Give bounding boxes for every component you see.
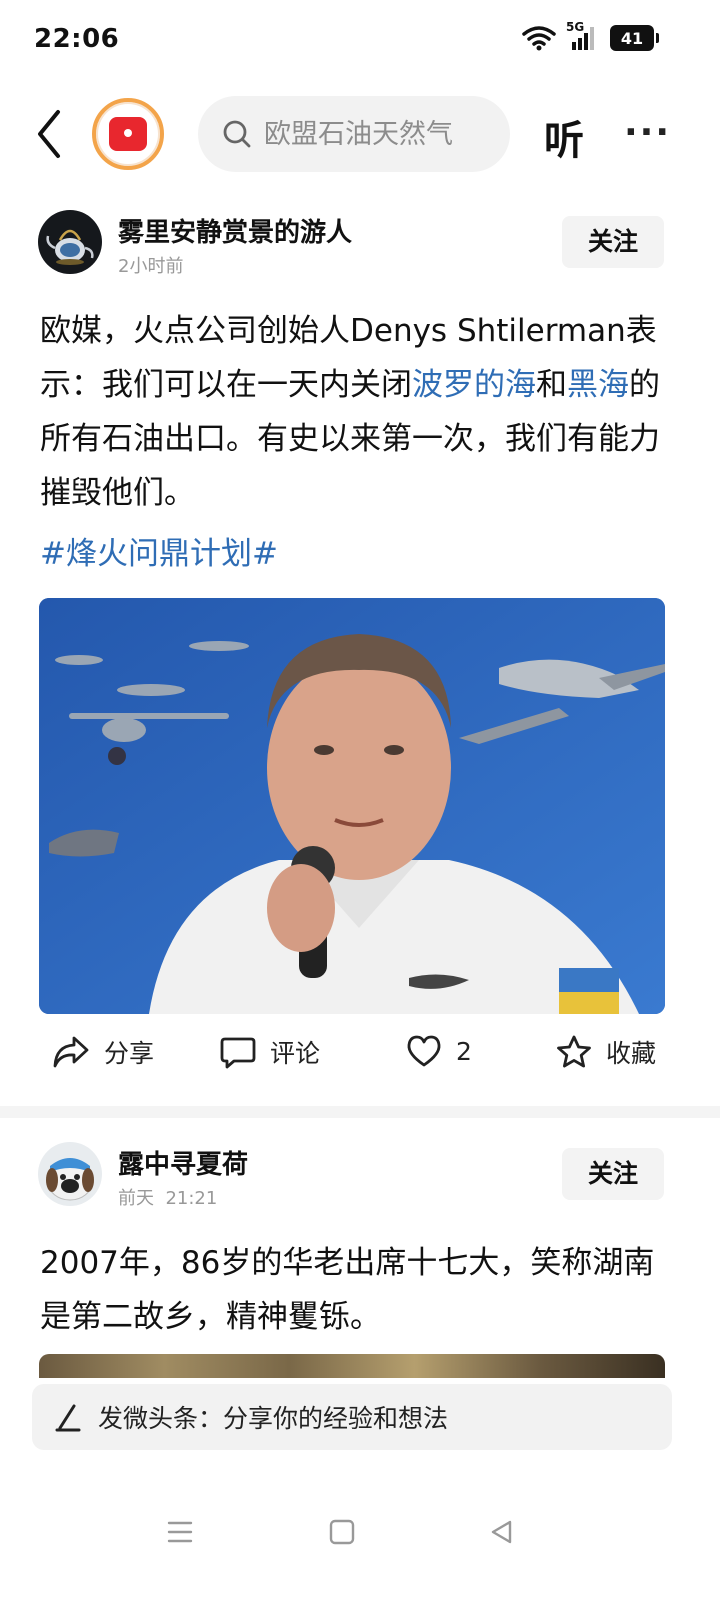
comment-button[interactable]: 评论 [220,1034,320,1070]
battery-level: 41 [620,28,644,48]
post-actions: 分享 评论 2 收藏 [0,1022,720,1092]
compose-label: 发微头条：分享你的经验和想法 [98,1404,449,1433]
listen-button[interactable]: 听 [544,108,584,166]
status-time: 22:06 [34,24,120,54]
post-time: 前天 21:21 [118,1188,218,1209]
favorite-button[interactable]: 收藏 [556,1034,656,1070]
follow-button[interactable]: 关注 [562,1148,664,1200]
wifi-icon [522,26,556,51]
author-avatar[interactable] [38,1142,102,1206]
author-name[interactable]: 露中寻夏荷 [118,1144,248,1181]
share-button[interactable]: 分享 [52,1034,154,1070]
like-count: 2 [456,1036,472,1066]
content-text: 和 [536,367,567,403]
status-bar: 22:06 5G 41 [0,0,720,82]
signal-group: 5G [566,20,600,52]
home-square-icon [329,1519,355,1545]
post-image[interactable] [39,598,665,1014]
menu-nav-button[interactable] [160,1512,200,1552]
comment-label: 评论 [270,1039,321,1068]
battery-icon: 41 [610,25,659,51]
back-button[interactable] [28,106,72,162]
post-image-preview[interactable] [39,1354,665,1378]
compose-bar[interactable]: 发微头条：分享你的经验和想法 [32,1384,672,1450]
comment-icon [220,1037,256,1069]
favorite-label: 收藏 [606,1039,657,1068]
follow-button[interactable]: 关注 [562,216,664,268]
system-nav-bar [0,1490,720,1604]
post-time: 2小时前 [118,256,184,277]
feed-post: 露中寻夏荷 前天 21:21 关注 2007年，86岁的华老出席十七大，笑称湖南… [0,1118,720,1378]
share-icon [53,1036,89,1068]
star-icon [557,1035,591,1068]
feed-post: 雾里安静赏景的游人 2小时前 关注 欧媒，火点公司创始人Denys Shtile… [0,186,720,1106]
signal-icon [572,27,594,50]
search-icon [223,120,251,148]
like-button[interactable]: 2 [406,1034,472,1068]
app-logo-icon [109,117,147,151]
search-input[interactable] [264,118,494,150]
status-icons: 5G 41 [522,20,659,52]
post-divider [0,1106,720,1118]
post-content[interactable]: 2007年，86岁的华老出席十七大，笑称湖南是第二故乡，精神矍铄。 [40,1236,680,1344]
cartoon-dog-avatar-image [38,1142,102,1206]
more-options-button[interactable]: ··· [624,112,671,153]
post-photo [39,598,665,1014]
topic-hashtag[interactable]: #烽火问鼎计划# [40,528,278,573]
back-nav-button[interactable] [482,1512,522,1552]
author-name[interactable]: 雾里安静赏景的游人 [118,212,352,249]
share-label: 分享 [104,1039,155,1068]
home-nav-button[interactable] [322,1512,362,1552]
back-arrow-icon [38,110,60,158]
menu-icon [167,1521,193,1543]
top-bar: 听 ··· [0,82,720,186]
teapot-avatar-image [38,210,102,274]
back-triangle-icon [491,1520,512,1544]
compose-pen-icon [55,1404,81,1432]
author-avatar[interactable] [38,210,102,274]
app-logo-button[interactable] [92,98,164,170]
content-link-baltic[interactable]: 波罗的海 [412,367,536,403]
content-link-black-sea[interactable]: 黑海 [567,367,629,403]
search-bar[interactable] [198,96,510,172]
heart-icon [407,1035,441,1067]
post-content[interactable]: 欧媒，火点公司创始人Denys Shtilerman表示：我们可以在一天内关闭波… [40,304,676,520]
